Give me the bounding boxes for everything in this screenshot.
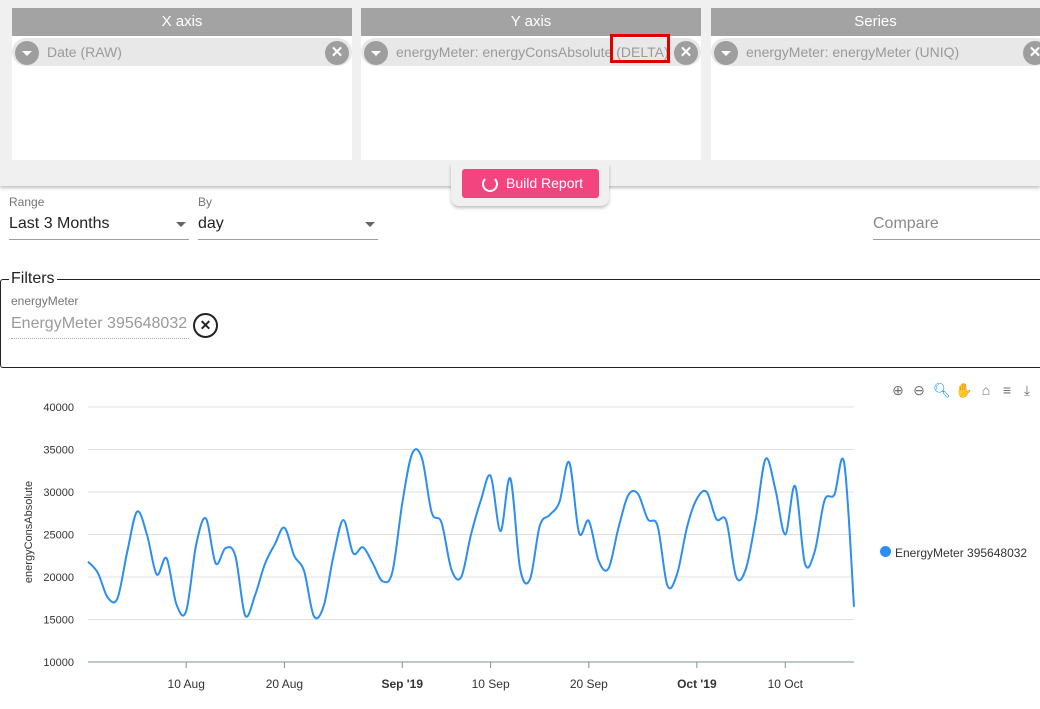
close-icon[interactable]: ✕ <box>325 41 349 65</box>
series-header: Series <box>711 8 1040 36</box>
y-tick-label: 20000 <box>43 572 74 584</box>
x-axis-chip[interactable]: Date (RAW) ✕ <box>12 38 352 66</box>
x-tick-label: 20 Aug <box>266 677 303 691</box>
y-tick-label: 30000 <box>43 487 74 499</box>
filters-title: Filters <box>11 270 55 287</box>
x-axis-chip-label: Date (RAW) <box>47 44 122 60</box>
build-report-button[interactable]: Build Report <box>462 169 599 198</box>
compare-placeholder: Compare <box>873 215 939 232</box>
home-icon[interactable]: ⌂ <box>978 382 994 398</box>
legend-marker[interactable] <box>880 546 891 557</box>
legend-label[interactable]: EnergyMeter 395648032 <box>895 546 1027 560</box>
build-button-tab: Build Report <box>451 164 609 206</box>
x-axis-dropzone[interactable]: X axis Date (RAW) ✕ <box>12 8 352 160</box>
chevron-down-icon[interactable] <box>364 41 388 65</box>
zoom-in-icon[interactable]: ⊕ <box>890 382 906 398</box>
menu-icon[interactable]: ≡ <box>999 382 1015 398</box>
x-tick-label: Sep '19 <box>381 677 423 691</box>
chevron-down-icon <box>365 222 375 227</box>
y-tick-label: 25000 <box>43 530 74 542</box>
selection-zoom-icon[interactable]: 🔍︎ <box>933 382 951 398</box>
by-value: day <box>198 215 224 232</box>
remove-filter-icon[interactable]: ✕ <box>193 313 218 338</box>
by-select[interactable]: day <box>198 211 378 240</box>
close-icon[interactable]: ✕ <box>1023 41 1040 65</box>
series-chip[interactable]: energyMeter: energyMeter (UNIQ) ✕ <box>711 38 1040 66</box>
highlight-box <box>610 34 670 63</box>
chevron-down-icon <box>176 222 186 227</box>
x-tick-label: 10 Aug <box>168 677 205 691</box>
range-label: Range <box>9 195 45 209</box>
by-label: By <box>198 195 213 209</box>
y-tick-label: 15000 <box>43 615 74 627</box>
build-report-label: Build Report <box>506 175 584 191</box>
x-axis-header: X axis <box>12 8 352 36</box>
zoom-out-icon[interactable]: ⊖ <box>911 382 927 398</box>
series-dropzone[interactable]: Series energyMeter: energyMeter (UNIQ) ✕ <box>711 8 1040 160</box>
range-select[interactable]: Last 3 Months <box>9 211 189 240</box>
download-icon[interactable]: ⤓ <box>1019 382 1035 398</box>
pan-hand-icon[interactable]: ✋ <box>955 382 972 398</box>
x-tick-label: 10 Sep <box>472 677 510 691</box>
compare-select[interactable]: Compare <box>873 211 1040 240</box>
series-line <box>87 448 855 620</box>
close-icon[interactable]: ✕ <box>674 41 698 65</box>
refresh-icon <box>482 176 498 192</box>
y-axis-label: energyConsAbsolute <box>23 481 35 583</box>
energy-meter-filter-value: EnergyMeter 395648032 <box>11 315 188 332</box>
series-chip-label: energyMeter: energyMeter (UNIQ) <box>746 44 960 60</box>
y-tick-label: 10000 <box>43 657 74 669</box>
energy-meter-filter-label: energyMeter <box>11 294 79 308</box>
x-tick-label: 10 Oct <box>768 677 804 691</box>
y-tick-label: 40000 <box>43 402 74 414</box>
y-axis-header: Y axis <box>361 8 701 36</box>
x-tick-label: Oct '19 <box>677 677 717 691</box>
energy-meter-filter-input[interactable]: EnergyMeter 395648032 <box>11 313 189 339</box>
y-axis-dropzone[interactable]: Y axis energyMeter: energyConsAbsolute (… <box>361 8 701 160</box>
y-tick-label: 35000 <box>43 445 74 457</box>
range-value: Last 3 Months <box>9 215 110 232</box>
report-builder-panel: X axis Date (RAW) ✕ Y axis energyMeter: … <box>0 0 1040 186</box>
chevron-down-icon[interactable] <box>714 41 738 65</box>
chevron-down-icon[interactable] <box>15 41 39 65</box>
x-tick-label: 20 Sep <box>570 677 608 691</box>
